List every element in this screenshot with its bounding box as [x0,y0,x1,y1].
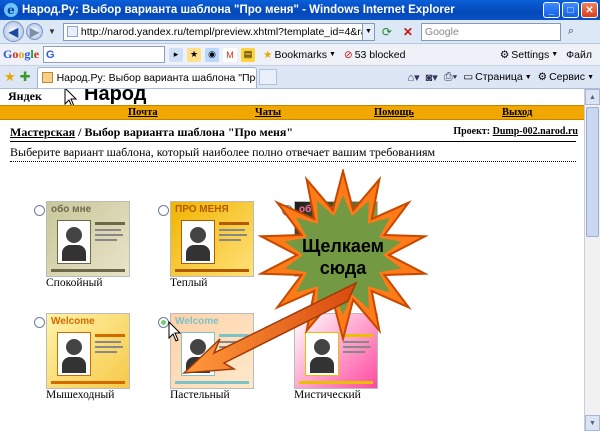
scroll-thumb[interactable] [586,107,599,237]
instruction-text: Выберите вариант шаблона, который наибол… [10,145,436,159]
maximize-button[interactable]: □ [562,2,579,18]
forward-button[interactable]: ▶ [26,23,43,40]
menu-mail-link[interactable]: Почта [128,107,158,118]
url-input[interactable]: http://narod.yandex.ru/templ/preview.xht… [62,22,363,41]
tab-active[interactable]: Народ.Ру: Выбор варианта шаблона "Про ме… [36,66,257,88]
scroll-up-icon[interactable]: ▲ [585,89,600,105]
project-info: Проект: Dump-002.narod.ru [453,126,578,137]
ie-logo-icon: e [4,3,18,17]
chevron-down-icon: ▼ [587,73,594,81]
page-icon [66,26,78,37]
folder-icon[interactable]: ▤ [241,47,256,62]
rss-icon[interactable]: ◙▾ [426,71,438,84]
template-radio[interactable] [34,317,45,328]
page-viewport: Яндек Народ Почта Чаты Помощь Выход Маст… [0,89,584,431]
template-label[interactable]: Спокойный [46,277,103,289]
back-button[interactable]: ◀ [3,21,24,42]
settings-icon: ⚙ [499,48,510,61]
search-input[interactable]: Google [420,22,561,41]
chevron-down-icon: ▼ [524,73,532,81]
new-tab-button[interactable] [258,69,277,85]
tools-menu[interactable]: ⚙ Сервис ▼ [538,71,594,83]
window-title-bar[interactable]: e Народ.Ру: Выбор варианта шаблона "Про … [0,0,600,20]
home-icon[interactable]: ⌂▾ [407,71,419,84]
project-link[interactable]: Dump-002.narod.ru [493,126,578,137]
breadcrumb-workshop-link[interactable]: Мастерская [10,125,75,139]
blocked-icon: ⊘ [343,48,353,61]
site-menu-bar: Почта Чаты Помощь Выход [0,105,584,120]
bookmark-star-icon: ★ [263,48,273,61]
arrow-pointer-icon [181,281,358,374]
header-divider [10,141,576,142]
template-thumbnail[interactable]: обо мне [46,201,130,277]
dotted-divider [10,161,576,162]
narod-logo[interactable]: Народ [84,89,146,106]
page-title: Выбор варианта шаблона "Про меня" [84,125,294,139]
template-label[interactable]: Пастельный [170,389,230,401]
refresh-icon[interactable]: ⟳ [378,23,396,41]
template-radio[interactable] [158,205,169,216]
template-radio[interactable] [34,205,45,216]
favorites-star-icon[interactable]: ★ [4,69,16,85]
settings-menu[interactable]: ⚙ Settings ▼ [500,49,558,61]
stop-icon[interactable]: ✕ [399,23,417,41]
thumbnail-title: обо мне [51,204,92,215]
page-menu[interactable]: ▭ Страница ▼ [463,71,531,83]
popup-blocker[interactable]: ⊘ 53 blocked [344,49,406,61]
address-bar: ◀ ▶ ▼ http://narod.yandex.ru/templ/previ… [0,20,600,44]
globe-icon[interactable]: ◉ [205,47,220,62]
template-thumbnail[interactable]: Welcome [46,313,130,389]
minimize-button[interactable]: _ [543,2,560,18]
menu-chats-link[interactable]: Чаты [255,107,281,118]
file-menu[interactable]: Файл [566,49,592,61]
thumbnail-title: ПРО МЕНЯ [175,204,229,215]
url-text: http://narod.yandex.ru/templ/preview.xht… [80,25,362,38]
gmail-icon[interactable]: M [223,47,238,62]
chevron-down-icon: ▼ [551,51,559,58]
tab-favicon-icon [41,72,53,83]
breadcrumb: Мастерская / Выбор варианта шаблона "Про… [10,125,294,139]
window-title: Народ.Ру: Выбор варианта шаблона "Про ме… [22,4,455,16]
google-go-icon[interactable]: ▸ [169,47,184,62]
thumbnail-title: Welcome [51,316,95,327]
print-icon[interactable]: ⎙▾ [444,71,457,84]
url-dropdown-icon[interactable]: ▼ [362,22,375,41]
star-icon[interactable]: ★ [187,47,202,62]
google-search-input[interactable]: G [43,46,166,63]
menu-logout-link[interactable]: Выход [502,107,532,118]
tab-bar: ★ ✚ Народ.Ру: Выбор варианта шаблона "Пр… [0,66,600,89]
scroll-down-icon[interactable]: ▼ [585,415,600,431]
search-icon[interactable]: ⌕ [563,23,579,41]
template-label[interactable]: Мистический [294,389,361,401]
gear-icon: ⚙ [537,71,548,83]
close-button[interactable]: ✕ [581,2,598,18]
bookmarks-menu[interactable]: ★ Bookmarks ▼ [263,49,336,61]
add-favorites-icon[interactable]: ✚ [20,69,31,85]
menu-help-link[interactable]: Помощь [374,107,414,118]
site-header: Яндек Народ [0,89,584,108]
history-dropdown-icon[interactable]: ▼ [48,27,56,36]
template-thumbnail[interactable]: ПРО МЕНЯ [170,201,254,277]
mouse-pointer-icon [168,321,182,342]
page-icon: ▭ [463,71,474,83]
google-toolbar: Google G ▸ ★ ◉ M ▤ ★ Bookmarks ▼ ⊘ 53 bl… [0,44,600,66]
chevron-down-icon: ▼ [328,51,336,58]
template-label[interactable]: Мышеходный [46,389,114,401]
google-logo: Google [3,47,40,61]
yandex-logo[interactable]: Яндек [8,89,42,104]
vertical-scrollbar[interactable]: ▲ ▼ [584,89,600,431]
